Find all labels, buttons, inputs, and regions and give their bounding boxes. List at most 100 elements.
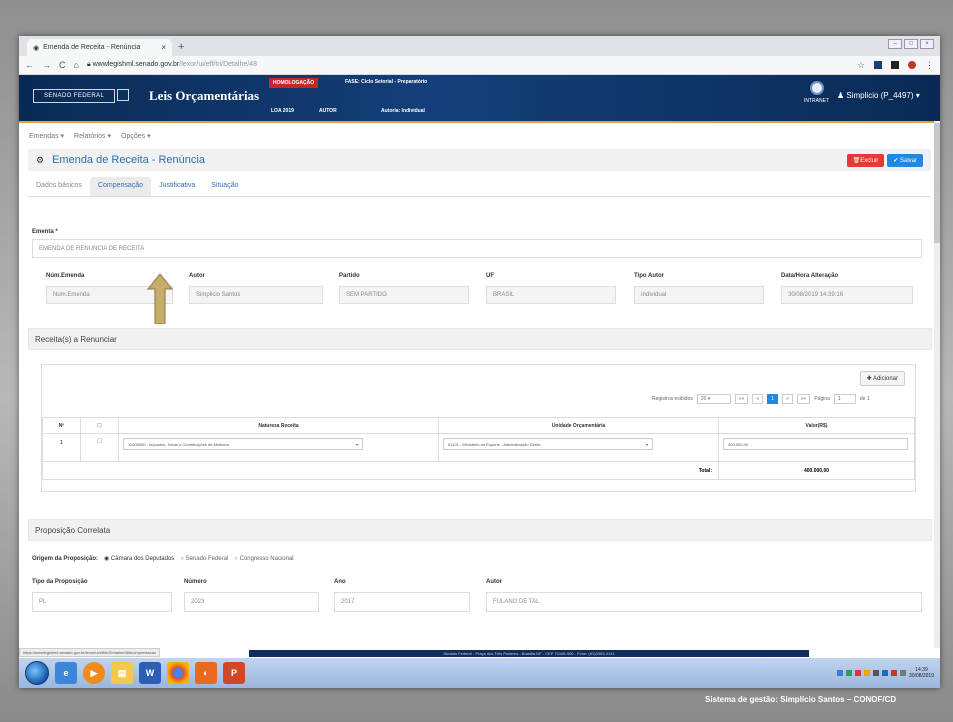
gear-icon: ⚙ — [36, 154, 45, 165]
natureza-value: 11000000 - Impostos, Taxas e Contribuiçõ… — [128, 441, 229, 447]
user-menu[interactable]: ♟ Simplicio (P_4497) ▾ — [837, 91, 920, 100]
ementa-field[interactable]: EMENDA DE RENUNCIA DE RECEITA — [32, 239, 922, 258]
menu-emendas[interactable]: Emendas ▾ — [29, 132, 64, 140]
add-button[interactable]: ✚ Adicionar — [859, 371, 905, 386]
autor-value: Simplicio Santos — [196, 292, 241, 298]
autor-proposicao-label: Autor — [486, 579, 502, 585]
natureza-select[interactable]: 11000000 - Impostos, Taxas e Contribuiçõ… — [123, 438, 363, 450]
start-button[interactable] — [25, 661, 49, 685]
back-icon[interactable]: ← — [25, 60, 34, 70]
extension-icon[interactable] — [908, 61, 916, 69]
autor-proposicao-field[interactable]: FULANO DE TAL — [486, 592, 922, 612]
minimize-button[interactable]: – — [888, 39, 902, 49]
unidade-cell: 51101 - Ministério do Esporte - Administ… — [438, 433, 719, 462]
data-alteracao-value: 30/08/2019 14:39:16 — [788, 292, 844, 298]
tray-icon[interactable] — [854, 670, 861, 676]
valor-cell: 400.000,00 — [718, 433, 915, 462]
office-icon[interactable]: ◐ — [195, 662, 217, 684]
radio-congresso[interactable]: ○ Congresso Nacional — [234, 556, 293, 562]
slide-credit: Sistema de gestão: Simplício Santos – CO… — [705, 695, 897, 704]
chevron-down-icon: ▾ — [645, 441, 648, 447]
powerpoint-icon[interactable]: P — [223, 662, 245, 684]
delete-button[interactable]: 🗑︎Excluir — [846, 153, 885, 167]
tab-justificativa[interactable]: Justificativa — [151, 177, 203, 196]
bookmark-star-icon[interactable]: ☆ — [857, 60, 865, 71]
forward-icon[interactable]: → — [42, 60, 51, 70]
first-page-button[interactable]: «« — [734, 394, 749, 404]
tab-dados-basicos[interactable]: Dados básicos — [28, 177, 90, 196]
document-icon[interactable] — [117, 89, 129, 101]
col-unidade: Unidade Orçamentária — [438, 417, 719, 434]
volume-icon[interactable] — [899, 670, 906, 676]
url-field[interactable]: 🔒︎ wwwlegishml.senado.gov.br/lexor/ui/ef… — [87, 61, 849, 69]
select-all-checkbox[interactable]: ☐ — [80, 417, 119, 434]
home-icon[interactable]: ⌂ — [74, 60, 79, 70]
close-tab-icon[interactable]: × — [161, 43, 166, 52]
menu-relatorios[interactable]: Relatórios ▾ — [74, 132, 111, 140]
reload-icon[interactable]: C — [59, 60, 66, 70]
num-emenda-label: Núm.Emenda — [46, 273, 85, 279]
row-num: 1 — [42, 433, 81, 462]
page-footer: Senado Federal - Praça dos Três Poderes … — [249, 650, 809, 657]
total-row: Total: 400.000,00 — [42, 461, 915, 480]
autor-field[interactable]: Simplicio Santos — [189, 286, 323, 304]
browser-tab[interactable]: ◉ Emenda de Receita - Renúncia × — [27, 39, 172, 56]
ano-field[interactable]: 2017 — [334, 592, 470, 612]
pointer-arrow-icon — [147, 274, 173, 324]
maximize-button[interactable]: □ — [904, 39, 918, 49]
numero-field[interactable]: 2023 — [184, 592, 319, 612]
registros-select[interactable]: 20 ▾ — [696, 394, 731, 404]
clock[interactable]: 14:39 30/08/2019 — [909, 667, 934, 679]
tipo-proposicao-label: Tipo da Proposição — [32, 579, 88, 585]
tab-compensacao[interactable]: Compensação — [89, 177, 152, 196]
pagina-input[interactable]: 1 — [833, 394, 856, 404]
partido-field[interactable]: SEM PARTIDO — [339, 286, 469, 304]
valor-input[interactable]: 400.000,00 — [723, 438, 908, 450]
radio-camara[interactable]: ◉ Câmara dos Deputados — [104, 555, 174, 562]
tray-icon[interactable] — [845, 670, 852, 676]
tipo-proposicao-field[interactable]: PL — [32, 592, 172, 612]
last-page-button[interactable]: »» — [796, 394, 811, 404]
tab-situacao[interactable]: Situação — [203, 177, 246, 196]
tipo-autor-label: Tipo Autor — [634, 273, 664, 279]
data-alteracao-label: Data/Hora Alteração — [781, 273, 839, 279]
col-natureza: Natureza Receita — [118, 417, 439, 434]
tray-icon[interactable] — [836, 670, 843, 676]
extension-icon[interactable] — [874, 61, 882, 69]
extension-icon[interactable] — [891, 61, 899, 69]
registros-value: 20 — [700, 396, 707, 402]
new-tab-button[interactable]: + — [178, 39, 184, 56]
radio-senado[interactable]: ○ Senado Federal — [180, 556, 228, 562]
tray-icon[interactable] — [881, 670, 888, 676]
row-checkbox[interactable]: ☐ — [80, 433, 119, 462]
intranet-link[interactable]: INTRANET — [804, 81, 829, 104]
uf-field[interactable]: BRASIL — [486, 286, 616, 304]
media-player-icon[interactable]: ▶ — [83, 662, 105, 684]
page-scrollbar[interactable] — [934, 121, 940, 648]
tipo-autor-field[interactable]: Individual — [634, 286, 764, 304]
data-alteracao-field[interactable]: 30/08/2019 14:39:16 — [781, 286, 913, 304]
scrollbar-thumb[interactable] — [934, 123, 940, 243]
senado-logo[interactable]: SENADO FEDERAL — [33, 89, 116, 103]
tray-icon[interactable] — [863, 670, 870, 676]
tray-icon[interactable] — [872, 670, 879, 676]
explorer-icon[interactable]: ▤ — [111, 662, 133, 684]
prev-page-button[interactable]: « — [752, 394, 764, 404]
url-host: wwwlegishml.senado.gov.br — [92, 61, 180, 68]
save-button[interactable]: ✔ Salvar — [887, 153, 923, 167]
ementa-value: EMENDA DE RENUNCIA DE RECEITA — [39, 245, 145, 252]
next-page-button[interactable]: » — [781, 394, 793, 404]
menu-dots-icon[interactable]: ⋮ — [925, 60, 934, 71]
registros-label: Registros exibidos — [652, 396, 693, 402]
pagina-label: Página — [814, 396, 830, 402]
menu-opcoes[interactable]: Opções ▾ — [121, 132, 151, 140]
ie-icon[interactable]: e — [55, 662, 77, 684]
page-1-button[interactable]: 1 — [767, 394, 778, 404]
chrome-favicon-icon: ◉ — [33, 44, 40, 52]
unidade-select[interactable]: 51101 - Ministério do Esporte - Administ… — [443, 438, 653, 450]
tray-icon[interactable] — [890, 670, 897, 676]
word-icon[interactable]: W — [139, 662, 161, 684]
close-window-button[interactable]: × — [920, 39, 934, 49]
chrome-icon[interactable] — [167, 662, 189, 684]
system-tray: 14:39 30/08/2019 — [836, 667, 940, 679]
